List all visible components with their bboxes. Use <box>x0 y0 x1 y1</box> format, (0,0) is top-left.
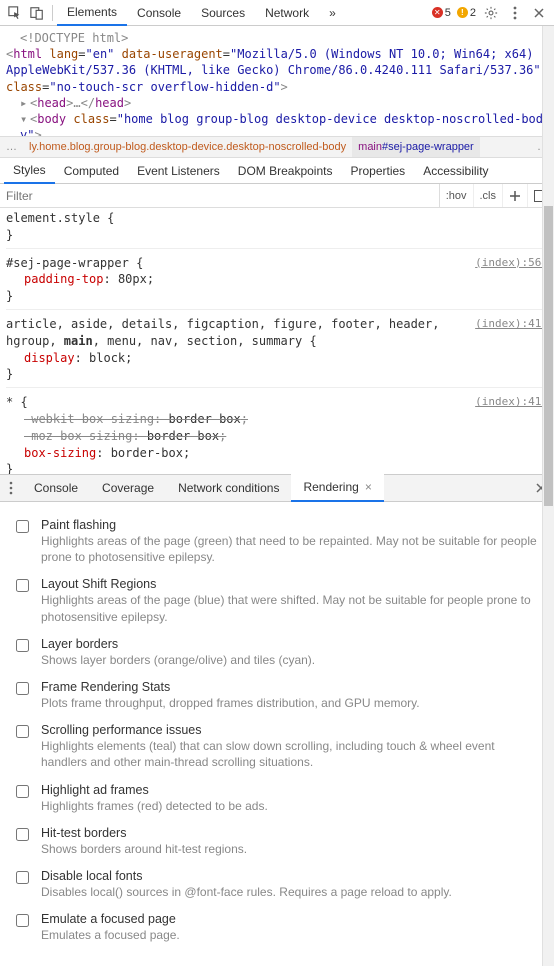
dom-body-open[interactable]: ▾<body class="home blog group-blog deskt… <box>6 111 546 136</box>
close-tab-icon[interactable]: × <box>365 480 372 494</box>
opt-emulate-focused: Emulate a focused pageEmulates a focused… <box>0 906 554 949</box>
drawer-tab-console[interactable]: Console <box>22 474 90 502</box>
tab-elements[interactable]: Elements <box>57 0 127 26</box>
styles-filter-row: :hov .cls <box>0 184 554 208</box>
crumb-main[interactable]: main#sej-page-wrapper <box>352 137 480 157</box>
scrollbar-thumb[interactable] <box>544 206 553 506</box>
rule-universal[interactable]: (index):413 * { -webkit-box-sizing: bord… <box>6 394 548 474</box>
crumb-body[interactable]: ly.home.blog.group-blog.desktop-device.d… <box>23 137 352 157</box>
tab-accessibility[interactable]: Accessibility <box>414 158 497 184</box>
filter-input[interactable] <box>0 189 439 203</box>
tab-dom-breakpoints[interactable]: DOM Breakpoints <box>229 158 342 184</box>
checkbox[interactable] <box>16 914 29 927</box>
warning-icon: ! <box>457 7 468 18</box>
styles-rules[interactable]: element.style { } (index):564 #sej-page-… <box>0 208 554 474</box>
drawer-tab-network-conditions[interactable]: Network conditions <box>166 474 291 502</box>
dom-head[interactable]: ▸<head>…</head> <box>6 95 546 111</box>
source-link[interactable]: (index):413 <box>475 394 548 409</box>
checkbox[interactable] <box>16 725 29 738</box>
checkbox[interactable] <box>16 520 29 533</box>
rendering-panel[interactable]: Paint flashingHighlights areas of the pa… <box>0 502 554 952</box>
opt-paint-flashing: Paint flashingHighlights areas of the pa… <box>0 512 554 571</box>
opt-disable-local-fonts: Disable local fontsDisables local() sour… <box>0 863 554 906</box>
plus-icon <box>509 190 521 202</box>
opt-hit-test-borders: Hit-test bordersShows borders around hit… <box>0 820 554 863</box>
rule-sej-page-wrapper[interactable]: (index):564 #sej-page-wrapper { padding-… <box>6 255 548 310</box>
toolbar-right: ✕ 5 ! 2 <box>430 2 550 24</box>
drawer-header: Console Coverage Network conditions Rend… <box>0 474 554 502</box>
more-menu-icon[interactable] <box>504 2 526 24</box>
tab-more[interactable]: » <box>319 0 346 26</box>
tab-styles[interactable]: Styles <box>4 158 55 184</box>
crumb-overflow[interactable]: … <box>0 137 23 157</box>
checkbox[interactable] <box>16 785 29 798</box>
close-devtools-icon[interactable] <box>528 2 550 24</box>
tab-console[interactable]: Console <box>127 0 191 26</box>
drawer-menu-icon[interactable] <box>0 481 22 495</box>
opt-layout-shift: Layout Shift RegionsHighlights areas of … <box>0 571 554 630</box>
cls-toggle[interactable]: .cls <box>474 184 504 207</box>
checkbox[interactable] <box>16 828 29 841</box>
dom-tree[interactable]: <!DOCTYPE html> <html lang="en" data-use… <box>0 26 554 136</box>
checkbox[interactable] <box>16 682 29 695</box>
styles-sidebar-tabs: Styles Computed Event Listeners DOM Brea… <box>0 158 554 184</box>
rule-element-style[interactable]: element.style { } <box>6 210 548 249</box>
source-link[interactable]: (index):413 <box>475 316 548 331</box>
new-rule-button[interactable] <box>503 184 528 207</box>
tab-computed[interactable]: Computed <box>55 158 128 184</box>
checkbox[interactable] <box>16 579 29 592</box>
checkbox[interactable] <box>16 639 29 652</box>
opt-layer-borders: Layer bordersShows layer borders (orange… <box>0 631 554 674</box>
opt-highlight-ad-frames: Highlight ad framesHighlights frames (re… <box>0 777 554 820</box>
rule-html5-block[interactable]: (index):413 article, aside, details, fig… <box>6 316 548 388</box>
tab-network[interactable]: Network <box>255 0 319 26</box>
opt-scrolling-perf: Scrolling performance issuesHighlights e… <box>0 717 554 776</box>
source-link[interactable]: (index):564 <box>475 255 548 270</box>
drawer-tab-rendering[interactable]: Rendering× <box>291 474 383 502</box>
tab-event-listeners[interactable]: Event Listeners <box>128 158 229 184</box>
breadcrumb: … ly.home.blog.group-blog.desktop-device… <box>0 136 554 158</box>
main-tabs: Elements Console Sources Network » <box>57 0 430 26</box>
drawer-tab-coverage[interactable]: Coverage <box>90 474 166 502</box>
divider <box>52 5 53 21</box>
checkbox[interactable] <box>16 871 29 884</box>
scrollbar[interactable] <box>542 26 554 966</box>
settings-icon[interactable] <box>480 2 502 24</box>
filter-controls: :hov .cls <box>439 184 554 207</box>
error-icon: ✕ <box>432 7 443 18</box>
tab-sources[interactable]: Sources <box>191 0 255 26</box>
opt-frame-rendering-stats: Frame Rendering StatsPlots frame through… <box>0 674 554 717</box>
device-toggle-icon[interactable] <box>26 2 48 24</box>
warning-count[interactable]: ! 2 <box>455 7 478 19</box>
devtools-toolbar: Elements Console Sources Network » ✕ 5 !… <box>0 0 554 26</box>
dom-html-open[interactable]: <html lang="en" data-useragent="Mozilla/… <box>6 46 546 95</box>
inspect-icon[interactable] <box>4 2 26 24</box>
dom-doctype[interactable]: <!DOCTYPE html> <box>6 30 546 46</box>
tab-properties[interactable]: Properties <box>341 158 414 184</box>
error-count[interactable]: ✕ 5 <box>430 7 453 19</box>
hov-toggle[interactable]: :hov <box>440 184 474 207</box>
